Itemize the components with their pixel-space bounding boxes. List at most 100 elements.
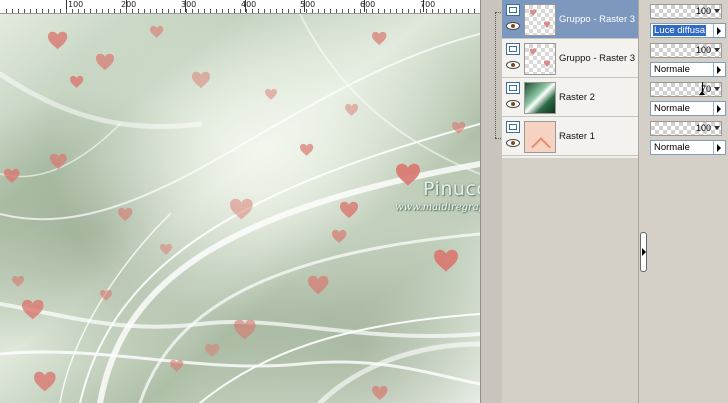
ruler-minor-tick: [198, 9, 199, 13]
layer-row[interactable]: Gruppo - Raster 3: [502, 0, 638, 39]
ruler-minor-tick: [366, 9, 367, 13]
ruler-minor-tick: [402, 9, 403, 13]
ruler-minor-tick: [450, 9, 451, 13]
layer-properties: 100 Luce diffusa: [650, 4, 726, 40]
ruler-minor-tick: [378, 9, 379, 13]
layer-properties: 70 Normale: [650, 82, 726, 118]
layers-panel: Gruppo - Raster 3 Gruppo - Raster 3 Rast…: [502, 0, 638, 158]
ruler-minor-tick: [426, 9, 427, 13]
collapse-arrow-icon[interactable]: [640, 232, 647, 272]
chevron-down-icon[interactable]: [714, 126, 720, 130]
ruler-minor-tick: [360, 9, 361, 13]
ruler-minor-tick: [246, 9, 247, 13]
ruler-minor-tick: [216, 9, 217, 13]
blend-mode-select[interactable]: Luce diffusa: [650, 23, 726, 38]
blend-mode-select[interactable]: Normale: [650, 62, 726, 77]
ruler-minor-tick: [414, 9, 415, 13]
ruler-minor-tick: [252, 9, 253, 13]
opacity-slider[interactable]: 70: [650, 82, 722, 97]
blend-mode-select[interactable]: Normale: [650, 101, 726, 116]
ruler-minor-tick: [66, 9, 67, 13]
ruler-minor-tick: [222, 9, 223, 13]
ruler-minor-tick: [72, 9, 73, 13]
dropdown-arrow-icon[interactable]: [713, 102, 725, 115]
ruler-minor-tick: [84, 9, 85, 13]
ruler-minor-tick: [390, 9, 391, 13]
dropdown-arrow-icon[interactable]: [713, 141, 725, 154]
layer-name: Gruppo - Raster 3: [559, 53, 636, 64]
ruler-minor-tick: [48, 9, 49, 13]
ruler-label: 100: [68, 0, 84, 9]
ruler-minor-tick: [138, 9, 139, 13]
opacity-slider[interactable]: 100: [650, 43, 722, 58]
ruler-minor-tick: [300, 9, 301, 13]
ruler-minor-tick: [234, 9, 235, 13]
layer-thumbnail: [524, 4, 556, 36]
layer-thumbnail: [524, 82, 556, 114]
ruler-minor-tick: [468, 9, 469, 13]
group-link-line: [495, 12, 501, 13]
blend-mode-value: Normale: [654, 142, 690, 153]
watermark-url: www.maidiregrafica.eu: [395, 202, 480, 213]
ruler-minor-tick: [60, 9, 61, 13]
ruler-minor-tick: [204, 9, 205, 13]
ruler-minor-tick: [210, 9, 211, 13]
ruler-minor-tick: [336, 9, 337, 13]
layer-thumbnail: [524, 43, 556, 75]
visibility-eye-icon[interactable]: [506, 139, 520, 147]
ruler-label: 200: [121, 0, 137, 9]
blend-mode-select[interactable]: Normale: [650, 140, 726, 155]
opacity-value: 100: [695, 123, 711, 133]
ruler-minor-tick: [324, 9, 325, 13]
ruler-minor-tick: [432, 9, 433, 13]
opacity-slider[interactable]: 100: [650, 121, 722, 136]
dropdown-arrow-icon[interactable]: [713, 24, 725, 37]
ruler-minor-tick: [264, 9, 265, 13]
watermark-name: Pinuccia: [423, 178, 480, 200]
ruler-minor-tick: [156, 9, 157, 13]
ruler-minor-tick: [54, 9, 55, 13]
chevron-down-icon[interactable]: [714, 9, 720, 13]
chevron-down-icon[interactable]: [714, 87, 720, 91]
ruler-minor-tick: [354, 9, 355, 13]
ruler-minor-tick: [456, 9, 457, 13]
ruler-minor-tick: [384, 9, 385, 13]
layer-row[interactable]: Gruppo - Raster 3: [502, 39, 638, 78]
ruler-minor-tick: [96, 9, 97, 13]
layer-name: Raster 1: [559, 131, 595, 142]
ruler-minor-tick: [30, 9, 31, 13]
visibility-eye-icon[interactable]: [506, 61, 520, 69]
ruler-minor-tick: [462, 9, 463, 13]
group-link-line: [495, 12, 496, 138]
ruler-minor-tick: [90, 9, 91, 13]
layer-row[interactable]: Raster 1: [502, 117, 638, 156]
blend-mode-value: Luce diffusa: [653, 25, 707, 36]
ruler-minor-tick: [282, 9, 283, 13]
ruler-minor-tick: [192, 9, 193, 13]
ruler-minor-tick: [102, 9, 103, 13]
ruler-label: 600: [360, 0, 376, 9]
raster-layer-icon: [506, 4, 520, 16]
group-link-lines: [490, 0, 502, 403]
canvas-area[interactable]: 100 200 300 400 500 600 700 Pinuc www.ma…: [0, 0, 480, 403]
ruler-minor-tick: [42, 9, 43, 13]
opacity-value: 100: [695, 45, 711, 55]
ruler-minor-tick: [78, 9, 79, 13]
opacity-slider[interactable]: 100: [650, 4, 722, 19]
visibility-eye-icon[interactable]: [506, 22, 520, 30]
dropdown-arrow-icon[interactable]: [713, 63, 725, 76]
chevron-down-icon[interactable]: [714, 48, 720, 52]
ruler-minor-tick: [228, 9, 229, 13]
ruler-minor-tick: [396, 9, 397, 13]
layer-properties: 100 Normale: [650, 43, 726, 79]
layer-row[interactable]: Raster 2: [502, 78, 638, 117]
horizontal-ruler: 100 200 300 400 500 600 700: [0, 0, 480, 14]
ruler-minor-tick: [144, 9, 145, 13]
ruler-minor-tick: [6, 9, 7, 13]
raster-layer-icon: [506, 43, 520, 55]
layer-name: Raster 2: [559, 92, 595, 103]
visibility-eye-icon[interactable]: [506, 100, 520, 108]
layer-properties: 100 Normale: [650, 121, 726, 157]
ruler-minor-tick: [174, 9, 175, 13]
ruler-minor-tick: [330, 9, 331, 13]
